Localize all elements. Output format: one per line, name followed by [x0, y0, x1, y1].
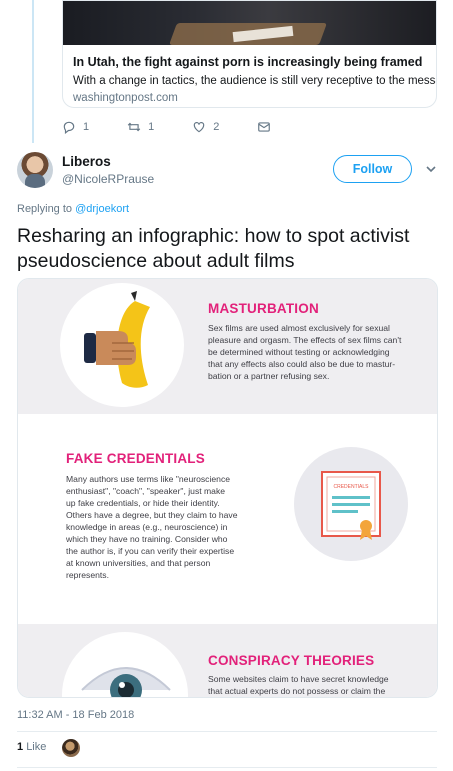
dm-button[interactable] — [257, 120, 278, 134]
text-masturbation-line4: that any effects also could also be due … — [208, 359, 396, 369]
replying-to-link[interactable]: @drjoekort — [75, 203, 129, 215]
heading-conspiracy-theories: CONSPIRACY THEORIES — [208, 653, 375, 668]
infographic-image[interactable]: MASTURBATION Sex films are used almost e… — [17, 278, 438, 698]
display-name[interactable]: Liberos — [62, 154, 111, 169]
hand-banana-icon — [84, 291, 150, 388]
text-masturbation-line5: bation or a partner refusing sex. — [208, 371, 330, 381]
card-description: With a change in tactics, the audience i… — [73, 75, 437, 87]
text-masturbation-line3: be determined without testing or acknowl… — [208, 347, 390, 357]
text-masturbation-line2: pleasure and orgasm. The effects of sex … — [208, 335, 402, 345]
liker-avatar[interactable] — [62, 739, 80, 757]
retweet-count: 1 — [148, 121, 155, 133]
tweet-timestamp[interactable]: 11:32 AM - 18 Feb 2018 — [17, 709, 134, 721]
heading-fake-credentials: FAKE CREDENTIALS — [66, 451, 205, 466]
heading-masturbation: MASTURBATION — [208, 301, 319, 316]
reply-count: 1 — [83, 121, 90, 133]
like-label: Like — [26, 741, 47, 753]
eye-icon — [81, 667, 171, 697]
like-total: 1 — [17, 741, 24, 753]
reply-button[interactable]: 1 — [62, 120, 89, 134]
retweet-button[interactable]: 1 — [127, 120, 154, 134]
certificate-label: CREDENTIALS — [333, 484, 369, 490]
like-button[interactable]: 2 — [192, 120, 219, 134]
quoted-tweet-actions: 1 1 2 — [62, 120, 316, 134]
text-credentials-line2: enthusiast", "coach", "speaker", just ma… — [66, 486, 226, 496]
text-credentials-line3: up fake credentials, or hide their ident… — [66, 498, 220, 508]
quoted-link-card[interactable]: In Utah, the fight against porn is incre… — [62, 0, 437, 108]
text-credentials-line7: the author is, if you can verify their e… — [66, 546, 235, 556]
chevron-down-icon[interactable] — [425, 163, 437, 175]
thread-line — [32, 0, 34, 143]
divider-top — [17, 731, 437, 732]
infographic-section-fake-credentials: FAKE CREDENTIALS Many authors use terms … — [18, 414, 437, 624]
text-conspiracy-line1: Some websites claim to have secret knowl… — [208, 674, 389, 684]
user-handle[interactable]: @NicoleRPrause — [62, 172, 154, 186]
envelope-icon — [258, 122, 271, 132]
text-masturbation-line1: Sex films are used almost exclusively fo… — [208, 323, 390, 333]
likes-summary[interactable]: 1 Like — [17, 741, 46, 753]
text-credentials-line6: which they have no training. Consider wh… — [66, 534, 228, 544]
like-count: 2 — [213, 121, 220, 133]
text-credentials-line4: Others have a degree, but they claim to … — [66, 510, 238, 520]
card-domain: washingtonpost.com — [73, 92, 178, 104]
text-credentials-line9: represents. — [66, 570, 109, 580]
infographic-section-masturbation: MASTURBATION Sex films are used almost e… — [18, 279, 437, 414]
replying-to: Replying to @drjoekort — [17, 203, 129, 215]
infographic-section-conspiracy: CONSPIRACY THEORIES Some websites claim … — [18, 624, 437, 697]
text-credentials-line1: Many authors use terms like "neuroscienc… — [66, 474, 231, 484]
text-conspiracy-line2: that actual experts do not possess or cl… — [208, 686, 386, 696]
text-credentials-line5: knowledge in areas (e.g., neuroscience) … — [66, 522, 228, 532]
replying-prefix: Replying to — [17, 203, 73, 215]
retweet-icon — [127, 122, 141, 132]
avatar[interactable] — [17, 152, 53, 188]
card-image — [63, 1, 436, 45]
card-title: In Utah, the fight against porn is incre… — [73, 55, 426, 69]
follow-button[interactable]: Follow — [333, 155, 412, 183]
reply-icon — [63, 121, 75, 134]
heart-icon — [194, 122, 205, 133]
certificate-icon: CREDENTIALS — [321, 471, 381, 540]
tweet-text: Resharing an infographic: how to spot ac… — [17, 225, 410, 272]
text-credentials-line8: at known universities, and that person — [66, 558, 211, 568]
divider-bottom — [17, 767, 437, 768]
